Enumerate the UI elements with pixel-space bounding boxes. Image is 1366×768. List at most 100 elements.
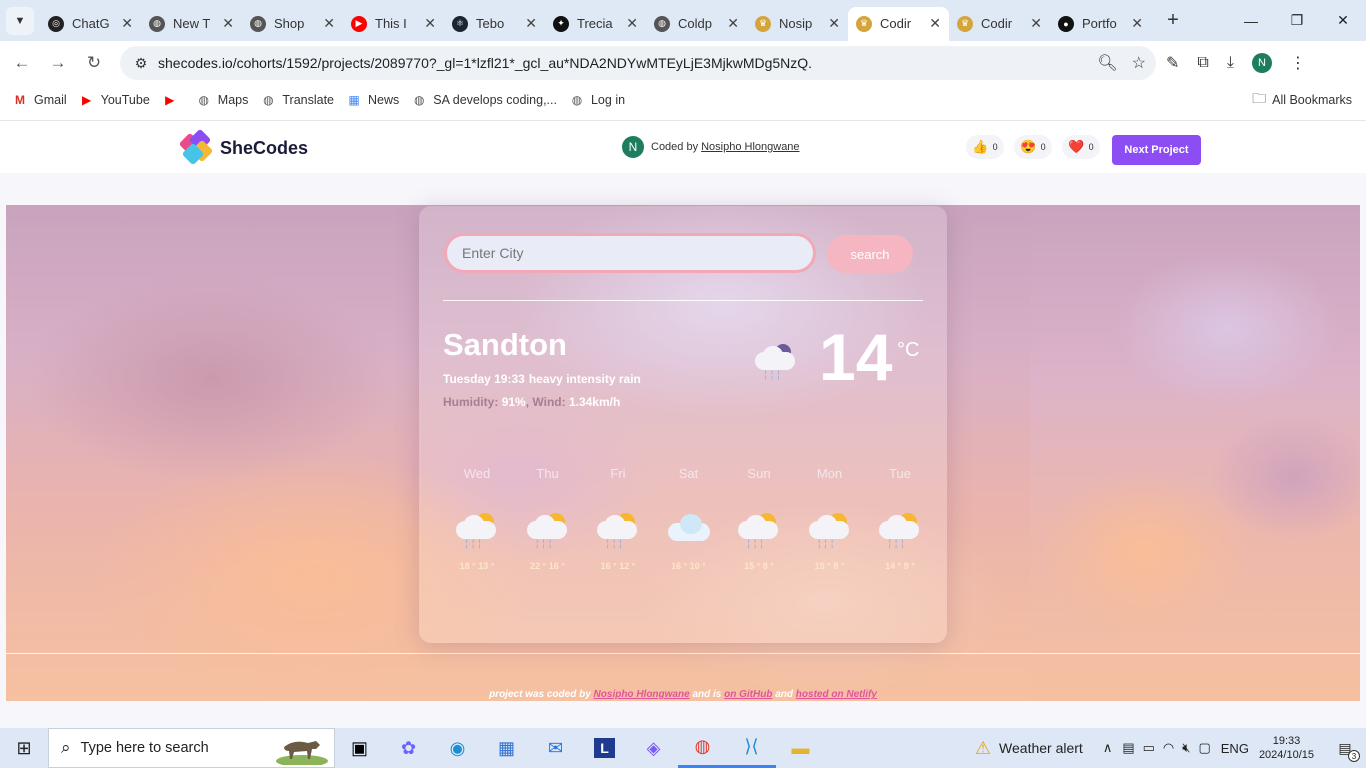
shecodes-logo[interactable]: SheCodes [178, 128, 308, 166]
browser-tab[interactable]: ♛ Codir ✕ [848, 6, 949, 41]
browser-tab[interactable]: ♛ Nosip ✕ [747, 7, 848, 41]
forecast-temps: 15 ° 8 ° [744, 561, 774, 571]
close-icon[interactable]: ✕ [828, 15, 840, 32]
temperature-unit[interactable]: °C [897, 339, 919, 362]
file-explorer-icon[interactable]: ▬ [776, 728, 825, 768]
minimize-button[interactable]: — [1228, 0, 1274, 41]
browser-tab[interactable]: ◎ ChatG ✕ [40, 7, 141, 41]
network-monitor-icon[interactable]: ▤ [1122, 740, 1134, 756]
weather-alert[interactable]: ⚠ Weather alert [975, 738, 1083, 759]
close-icon[interactable]: ✕ [626, 15, 638, 32]
chevron-down-icon: ▼ [14, 14, 26, 27]
url-text[interactable]: shecodes.io/cohorts/1592/projects/208977… [158, 55, 812, 71]
restore-button[interactable]: ❐ [1274, 0, 1320, 41]
heart-eyes-icon: 😍 [1020, 139, 1037, 154]
store-icon[interactable]: ▦ [482, 728, 531, 768]
app-icon[interactable]: ◈ [629, 728, 678, 768]
browser-tab[interactable]: ⚛ Tebo ✕ [444, 7, 545, 41]
close-icon[interactable]: ✕ [1131, 15, 1143, 32]
eyedropper-icon[interactable]: ✎ [1166, 53, 1179, 73]
tab-strip: ▼ ◎ ChatG ✕ ◍ New T ✕ ◍ Shop ✕ ▶ This I ✕ ⚛ Tebo ✕ ✦ Tre… [0, 0, 1366, 41]
bookmark-item[interactable]: ▶ YouTube [79, 92, 150, 108]
reaction-button[interactable]: ❤️ 0 [1062, 135, 1100, 159]
sun-rain-cloud-icon: ╎╎╎ [807, 511, 853, 551]
copilot-icon[interactable]: ✿ [384, 728, 433, 768]
close-icon[interactable]: ✕ [727, 15, 739, 32]
browser-tab[interactable]: ● Portfo ✕ [1050, 7, 1151, 41]
close-icon[interactable]: ✕ [424, 15, 436, 32]
close-icon[interactable]: ✕ [222, 15, 234, 32]
browser-tab[interactable]: ♛ Codir ✕ [949, 7, 1050, 41]
start-button[interactable]: ⊞ [0, 738, 48, 759]
zoom-icon[interactable]: 🔍︎ [1097, 53, 1117, 73]
all-bookmarks-button[interactable]: 🗀 All Bookmarks [1252, 85, 1352, 115]
chrome-icon[interactable]: ◍ [678, 728, 727, 768]
close-icon[interactable]: ✕ [121, 15, 133, 32]
netlify-link[interactable]: hosted on Netlify [796, 689, 877, 700]
l-app-icon[interactable]: L [580, 728, 629, 768]
taskbar-search-placeholder: Type here to search [80, 740, 209, 756]
browser-tab[interactable]: ◍ New T ✕ [141, 7, 242, 41]
bookmark-item[interactable]: ▶ [162, 92, 184, 108]
close-icon[interactable]: ✕ [323, 15, 335, 32]
cloud-icon [666, 511, 712, 551]
footer-and: and [775, 689, 794, 700]
globe-icon: ◍ [263, 93, 274, 107]
bookmark-star-icon[interactable]: ☆ [1132, 53, 1146, 73]
mail-icon[interactable]: ✉ [531, 728, 580, 768]
bookmark-item[interactable]: ◍ SA develops coding,... [411, 92, 557, 108]
search-button[interactable]: search [827, 235, 913, 273]
close-icon[interactable]: ✕ [929, 15, 941, 32]
reaction-button[interactable]: 😍 0 [1014, 135, 1052, 159]
vscode-icon[interactable]: ⟩⟨ [727, 728, 776, 768]
day-time: Tuesday 19:33 [443, 372, 525, 386]
browser-tab[interactable]: ✦ Trecia ✕ [545, 7, 646, 41]
browser-tab[interactable]: ◍ Shop ✕ [242, 7, 343, 41]
task-view-icon[interactable]: ▣ [335, 728, 384, 768]
taskbar-search[interactable]: ⌕ Type here to search [48, 728, 335, 768]
close-icon[interactable]: ✕ [1030, 15, 1042, 32]
bookmark-item[interactable]: M Gmail [12, 92, 67, 108]
bookmark-item[interactable]: ◍ Translate [260, 92, 334, 108]
github-link[interactable]: on GitHub [724, 689, 772, 700]
chevron-up-icon[interactable]: ∧ [1103, 740, 1113, 756]
browser-tab[interactable]: ◍ Coldp ✕ [646, 7, 747, 41]
next-project-button[interactable]: Next Project [1112, 135, 1201, 165]
bookmark-label: News [368, 93, 400, 107]
close-window-button[interactable]: ✕ [1320, 0, 1366, 41]
extensions-icon[interactable]: ⧉ [1197, 54, 1208, 72]
bookmark-item[interactable]: ◍ Maps [196, 92, 249, 108]
close-icon[interactable]: ✕ [525, 15, 537, 32]
bookmark-item[interactable]: ▦ News [346, 92, 399, 108]
city-search-input[interactable] [444, 233, 816, 273]
author-link[interactable]: Nosipho Hlongwane [701, 141, 799, 153]
wildebeest-image [276, 741, 328, 765]
site-settings-icon[interactable]: ⚙ [128, 55, 154, 72]
edge-icon[interactable]: ◉ [433, 728, 482, 768]
menu-icon[interactable]: ⋮ [1290, 53, 1306, 73]
language-indicator[interactable]: ENG [1221, 741, 1249, 756]
forward-button[interactable]: → [40, 45, 76, 81]
address-bar[interactable]: ⚙ shecodes.io/cohorts/1592/projects/2089… [120, 46, 1156, 80]
profile-avatar[interactable]: N [1251, 53, 1272, 73]
new-tab-button[interactable]: + [1159, 9, 1187, 32]
volume-muted-icon[interactable]: 🔇︎ [1182, 740, 1190, 756]
back-button[interactable]: ← [4, 45, 40, 81]
notification-count: 3 [1348, 750, 1360, 762]
battery-icon[interactable]: ▭ [1143, 740, 1155, 756]
forecast-day: Thu ╎╎╎ 22 ° 16 ° [513, 466, 583, 571]
reaction-button[interactable]: 👍 0 [966, 135, 1004, 159]
windows-icon: ⊞ [16, 737, 32, 758]
reload-button[interactable]: ↻ [76, 45, 112, 81]
bookmark-item[interactable]: ◍ Log in [569, 92, 625, 108]
gmail-icon: M [15, 93, 25, 107]
notifications-button[interactable]: ▤ 3 [1332, 736, 1360, 762]
footer-author-link[interactable]: Nosipho Hlongwane [594, 689, 690, 700]
tab-search-button[interactable]: ▼ [6, 6, 34, 35]
news-icon: ▦ [348, 93, 360, 107]
display-icon[interactable]: ▢ [1198, 740, 1210, 756]
wifi-icon[interactable]: ◠ [1163, 740, 1174, 756]
download-icon[interactable]: ⤓ [1227, 54, 1234, 72]
browser-tab[interactable]: ▶ This I ✕ [343, 7, 444, 41]
clock[interactable]: 19:33 2024/10/15 [1259, 734, 1314, 762]
